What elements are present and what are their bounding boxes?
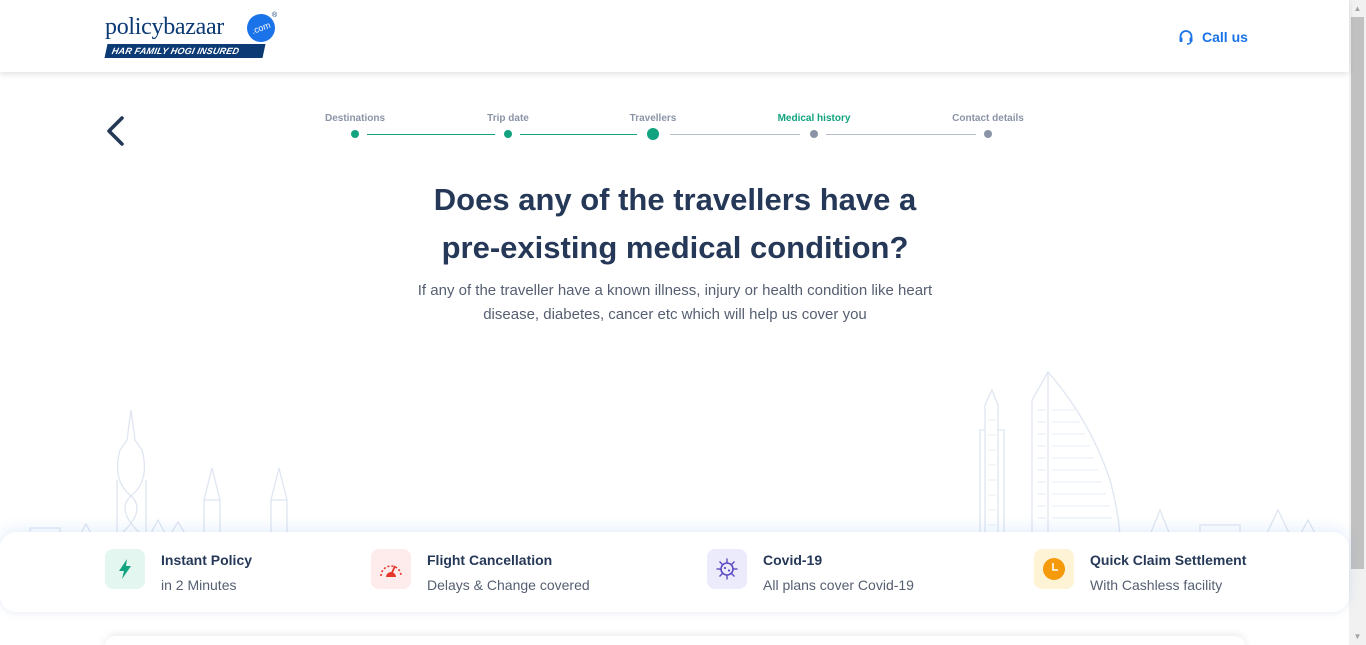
- step-travellers-label: Travellers: [629, 113, 677, 124]
- headset-icon: [1179, 30, 1193, 45]
- feature-instant-policy: Instant Policy in 2 Minutes: [105, 549, 305, 597]
- feature-title: Flight Cancellation: [427, 552, 553, 568]
- step-destinations-label: Destinations: [324, 113, 386, 124]
- feature-covid: Covid-19 All plans cover Covid-19: [707, 549, 967, 597]
- page-description-line1: If any of the traveller have a known ill…: [417, 282, 933, 299]
- page-scrollbar[interactable]: ▲ ▼: [1349, 0, 1366, 645]
- step-contact-details-dot: [984, 130, 992, 138]
- scroll-up-icon[interactable]: ▲: [1349, 0, 1366, 17]
- feature-flight-cancellation: Flight Cancellation Delays & Change cove…: [371, 549, 631, 597]
- feature-subtitle: All plans cover Covid-19: [763, 577, 914, 593]
- policybazaar-logo[interactable]: policybazaar .com ® HAR FAMILY HOGI INSU…: [104, 10, 280, 60]
- stepper-connector: [826, 134, 976, 135]
- call-us-label: Call us: [1202, 29, 1248, 45]
- chevron-left-icon: [107, 116, 124, 146]
- step-contact-details-label: Contact details: [952, 113, 1024, 124]
- clock-icon: [1034, 549, 1074, 589]
- feature-title: Covid-19: [763, 552, 823, 568]
- gauge-icon: [371, 549, 411, 589]
- feature-subtitle: in 2 Minutes: [161, 577, 237, 593]
- stepper-connector: [367, 134, 495, 135]
- step-destinations-dot[interactable]: [351, 130, 359, 138]
- feature-title: Instant Policy: [161, 552, 253, 568]
- call-us-button[interactable]: Call us: [1178, 26, 1248, 48]
- feature-quick-claim: Quick Claim Settlement With Cashless fac…: [1034, 549, 1264, 597]
- feature-highlights-bar: Instant Policy in 2 Minutes Flight Cance…: [0, 532, 1349, 612]
- step-travellers-dot[interactable]: [647, 128, 659, 140]
- page-title-line2: pre-existing medical condition?: [441, 230, 909, 265]
- logo-tagline: HAR FAMILY HOGI INSURED: [104, 44, 266, 58]
- lightning-icon: [105, 549, 145, 589]
- page-title: Does any of the travellers have a pre-ex…: [383, 176, 967, 272]
- page-description-line2: disease, diabetes, cancer etc which will…: [483, 306, 867, 323]
- city-skyline-illustration: [29, 370, 1317, 536]
- step-trip-date-label: Trip date: [487, 113, 529, 124]
- back-button[interactable]: [100, 112, 132, 152]
- stepper-connector: [520, 134, 637, 135]
- logo-wordmark: policybazaar: [105, 14, 224, 40]
- virus-icon: [707, 549, 747, 589]
- progress-stepper: Destinations Trip date Travellers Medica…: [310, 110, 1040, 150]
- page-description: If any of the traveller have a known ill…: [383, 279, 967, 327]
- options-card: [105, 636, 1245, 645]
- step-medical-history-label: Medical history: [777, 113, 851, 124]
- scroll-down-icon[interactable]: ▼: [1349, 628, 1366, 645]
- logo-trademark: ®: [272, 12, 278, 19]
- scrollbar-thumb[interactable]: [1351, 17, 1364, 569]
- feature-subtitle: Delays & Change covered: [427, 577, 590, 593]
- step-medical-history-dot: [810, 130, 818, 138]
- step-trip-date-dot[interactable]: [504, 130, 512, 138]
- feature-title: Quick Claim Settlement: [1090, 552, 1247, 568]
- feature-subtitle: With Cashless facility: [1090, 577, 1223, 593]
- stepper-connector: [670, 134, 800, 135]
- page-title-line1: Does any of the travellers have a: [433, 182, 917, 217]
- top-header: policybazaar .com ® HAR FAMILY HOGI INSU…: [0, 0, 1349, 72]
